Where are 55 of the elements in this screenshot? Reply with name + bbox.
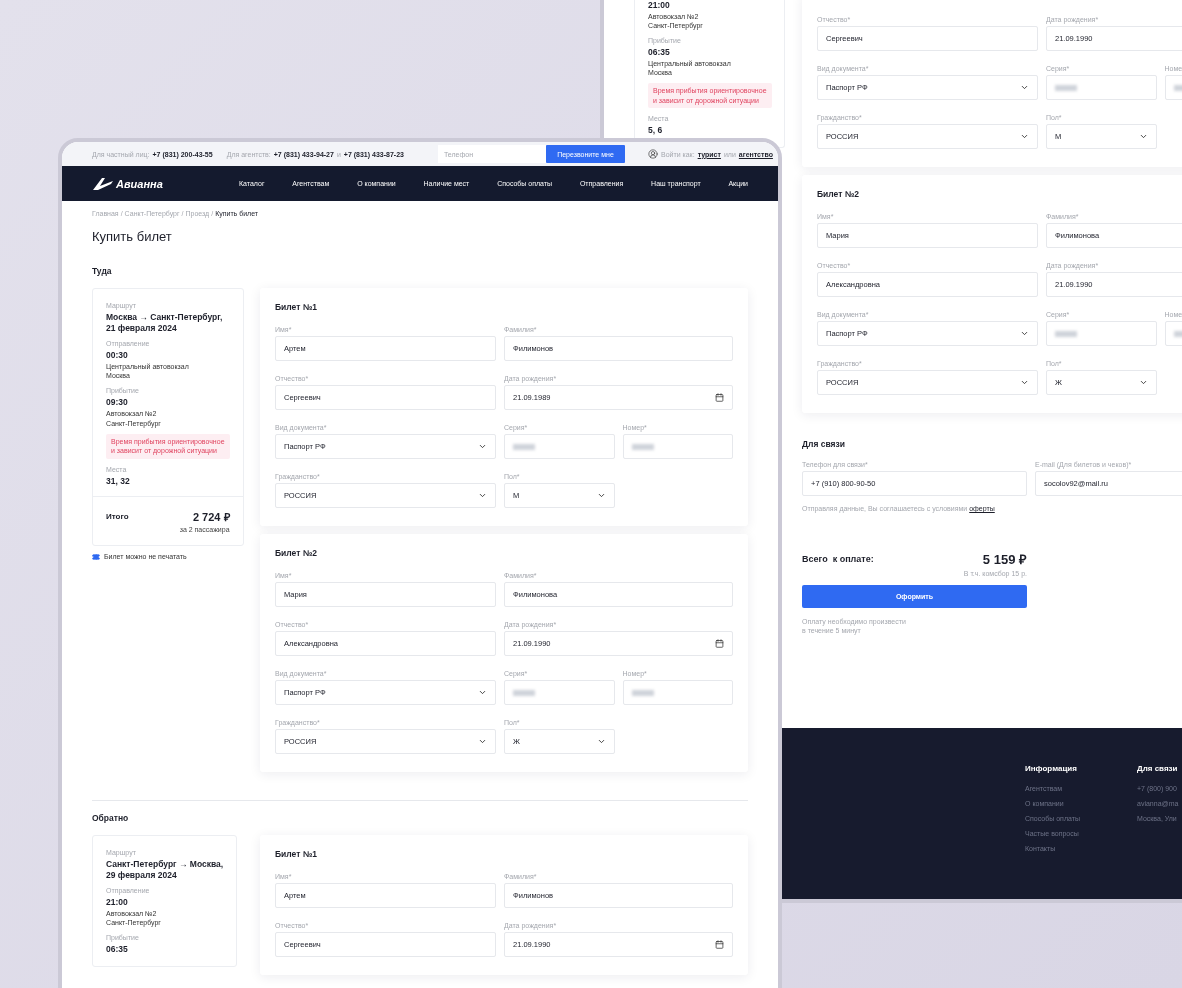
calendar-icon (715, 393, 724, 402)
ticket-title: Билет №2 (817, 189, 860, 199)
route-value: 06:35 (106, 944, 129, 955)
total-price: 5 159 ₽ (982, 551, 1027, 568)
route-value: 00:30 (106, 350, 129, 361)
blurred-value (513, 443, 535, 450)
chevron-down-icon (596, 737, 606, 746)
footer-title: Для связи (1137, 764, 1179, 773)
total-price: 2 724 ₽ (192, 509, 230, 524)
blurred-value (1055, 84, 1077, 91)
section-title: Для связи (802, 439, 847, 449)
route-value: 21:00 (106, 897, 129, 908)
route-title: Москва → Санкт-Петербург, 21 февраля 2024 (106, 312, 224, 334)
total-label: Всего к оплате: (802, 554, 874, 564)
blurred-value (1055, 330, 1077, 337)
section-title: Обратно (92, 813, 130, 823)
plane-logo-icon (92, 176, 114, 191)
route-value: 06:35 (648, 47, 671, 58)
total-label: Итого (106, 511, 129, 521)
ticket-title: Билет №1 (275, 302, 318, 312)
chevron-down-icon (478, 491, 487, 500)
ticket-title: Билет №2 (275, 548, 318, 558)
chevron-down-icon (1020, 83, 1029, 92)
route-value: 09:30 (106, 397, 129, 408)
chevron-down-icon (596, 491, 606, 500)
input-field[interactable] (622, 434, 733, 459)
blurred-value (631, 689, 654, 696)
ticket-icon (92, 552, 100, 561)
logo-text: Авианна (116, 177, 163, 190)
calendar-icon (715, 639, 724, 648)
chevron-down-icon (1138, 378, 1148, 387)
route-value: 5, 6 (648, 125, 664, 136)
footer-title: Информация (1025, 764, 1078, 773)
route-value: 31, 32 (106, 475, 131, 486)
chevron-down-icon (1138, 132, 1148, 141)
route-value: 21:00 (648, 0, 671, 10)
chevron-down-icon (478, 442, 487, 451)
page-title: Купить билет (92, 229, 173, 244)
chevron-down-icon (478, 737, 487, 746)
input-field[interactable] (504, 434, 615, 459)
user-icon (647, 149, 658, 159)
input-field[interactable] (504, 680, 615, 705)
ticket-title: Билет №1 (275, 849, 318, 859)
chevron-down-icon (478, 688, 487, 697)
blurred-value (513, 689, 535, 696)
input-field[interactable] (1046, 75, 1157, 100)
section-title: Туда (92, 266, 113, 276)
route-title: Санкт-Петербург → Москва, 29 февраля 2024 (106, 859, 224, 881)
calendar-icon (715, 940, 724, 949)
input-field[interactable] (1046, 321, 1157, 346)
chevron-down-icon (1020, 132, 1029, 141)
blurred-value (631, 443, 654, 450)
chevron-down-icon (1020, 378, 1029, 387)
chevron-down-icon (1020, 329, 1029, 338)
input-field[interactable] (622, 680, 733, 705)
